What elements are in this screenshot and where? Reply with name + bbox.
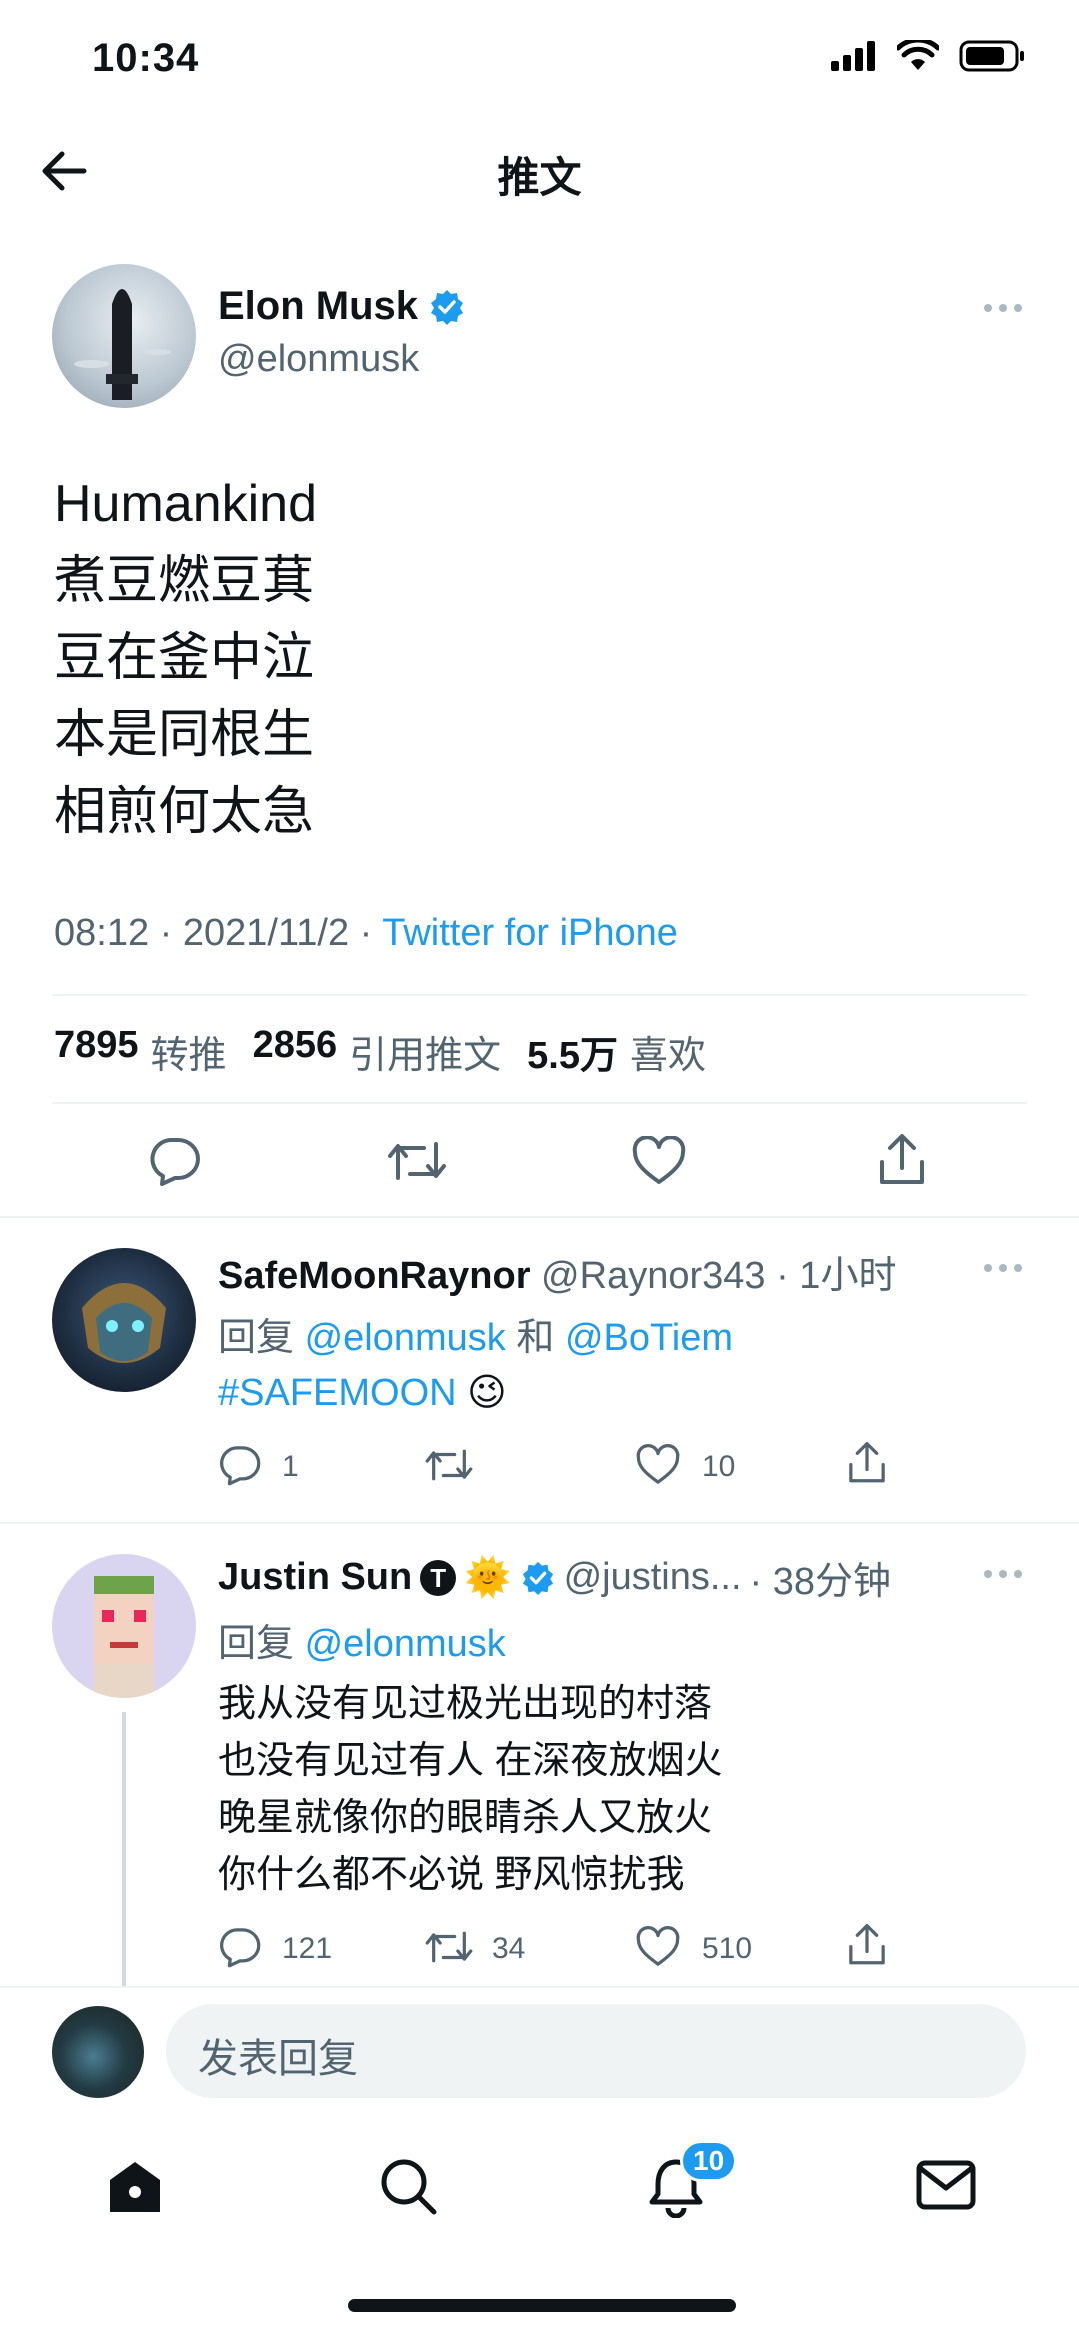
like-count: 510 bbox=[702, 1932, 753, 1965]
reply-header: Justin Sun T 🌞 @justins... · 38分钟 bbox=[218, 1550, 891, 1605]
home-indicator bbox=[348, 2299, 736, 2312]
header: 推文 bbox=[0, 130, 1079, 212]
verified-icon bbox=[431, 290, 463, 325]
meta-separator: · bbox=[359, 912, 373, 954]
reply-icon[interactable] bbox=[218, 1926, 262, 1968]
like-count[interactable]: 5.5万 bbox=[527, 1024, 618, 1079]
share-icon[interactable] bbox=[876, 1132, 928, 1188]
reply-to-line: 回复 @elonmusk bbox=[218, 1612, 506, 1667]
mail-icon[interactable] bbox=[916, 2160, 976, 2210]
reply-time: · 38分钟 bbox=[749, 1561, 892, 1603]
reply-avatar[interactable] bbox=[52, 1248, 196, 1392]
retweet-icon[interactable] bbox=[424, 1928, 474, 1966]
page-title: 推文 bbox=[497, 154, 582, 201]
tweet-meta: 08:12 · 2021/11/2 · Twitter for iPhone bbox=[54, 912, 678, 955]
divider bbox=[0, 1986, 1079, 1988]
retweet-count[interactable]: 7895 bbox=[54, 1024, 139, 1079]
reply-avatar[interactable] bbox=[52, 1554, 196, 1698]
reply-input[interactable]: 发表回复 bbox=[166, 2004, 1026, 2098]
meta-separator: · bbox=[159, 912, 173, 954]
reply-text: 我从没有见过极光出现的村落 也没有见过有人 在深夜放烟火 晚星就像你的眼睛杀人又… bbox=[218, 1676, 723, 1904]
tweet-line: 豆在釜中泣 bbox=[54, 629, 315, 687]
reply-line: 也没有见过有人 在深夜放烟火 bbox=[218, 1740, 723, 1782]
search-icon[interactable] bbox=[378, 2156, 438, 2216]
t-badge-icon: T bbox=[420, 1559, 457, 1596]
my-avatar[interactable] bbox=[52, 2006, 144, 2098]
like-label[interactable]: 喜欢 bbox=[630, 1024, 706, 1079]
like-icon[interactable] bbox=[636, 1926, 680, 1968]
retweet-icon[interactable] bbox=[386, 1138, 448, 1184]
reply-handle[interactable]: @justins... bbox=[564, 1556, 742, 1599]
quote-label[interactable]: 引用推文 bbox=[349, 1024, 501, 1079]
like-count: 10 bbox=[702, 1450, 736, 1483]
tweet-text: Humankind 煮豆燃豆萁 豆在釜中泣 本是同根生 相煎何太急 bbox=[54, 466, 317, 851]
wink-emoji: 😉 bbox=[467, 1372, 507, 1414]
author-name[interactable]: Elon Musk bbox=[218, 284, 418, 329]
more-icon[interactable] bbox=[984, 304, 1022, 312]
reply-icon[interactable] bbox=[148, 1136, 202, 1186]
tweet-time: 08:12 bbox=[54, 912, 150, 954]
battery-icon bbox=[959, 40, 1024, 72]
quote-count[interactable]: 2856 bbox=[253, 1024, 338, 1079]
reply-mention[interactable]: @elonmusk bbox=[305, 1623, 506, 1665]
retweet-icon[interactable] bbox=[424, 1446, 474, 1484]
reply-mention[interactable]: @BoTiem bbox=[565, 1317, 733, 1359]
hashtag[interactable]: #SAFEMOON bbox=[218, 1372, 457, 1414]
reply-name[interactable]: SafeMoonRaynor bbox=[218, 1255, 530, 1297]
tweet-line: Humankind bbox=[54, 475, 318, 533]
reply-line: 我从没有见过极光出现的村落 bbox=[218, 1683, 713, 1725]
reply-name[interactable]: Justin Sun bbox=[218, 1556, 412, 1599]
tweet-source[interactable]: Twitter for iPhone bbox=[382, 912, 678, 954]
tweet-line: 本是同根生 bbox=[54, 706, 315, 764]
more-icon[interactable] bbox=[984, 1570, 1022, 1578]
notifications-badge: 10 bbox=[680, 2140, 738, 2182]
reply-mention[interactable]: @elonmusk bbox=[305, 1317, 506, 1359]
reply-and: 和 bbox=[516, 1317, 555, 1359]
divider bbox=[0, 1522, 1079, 1524]
tweet-stats: 7895 转推 2856 引用推文 5.5万 喜欢 bbox=[54, 1024, 732, 1079]
home-icon[interactable] bbox=[106, 2158, 164, 2216]
reply-time: · 1小时 bbox=[776, 1255, 897, 1297]
reply-header: SafeMoonRaynor @Raynor343 · 1小时 bbox=[218, 1244, 896, 1299]
divider bbox=[0, 1216, 1079, 1218]
author-avatar[interactable] bbox=[52, 264, 196, 408]
signal-icon bbox=[831, 41, 875, 71]
divider bbox=[52, 994, 1027, 996]
reply-text: #SAFEMOON 😉 bbox=[218, 1370, 507, 1415]
sun-emoji: 🌞 bbox=[464, 1556, 512, 1599]
reply-icon[interactable] bbox=[218, 1444, 262, 1486]
like-icon[interactable] bbox=[636, 1444, 680, 1486]
status-icons bbox=[831, 40, 1025, 72]
reply-count: 1 bbox=[282, 1450, 299, 1483]
retweet-label[interactable]: 转推 bbox=[151, 1024, 227, 1079]
verified-icon bbox=[522, 1561, 553, 1595]
more-icon[interactable] bbox=[984, 1264, 1022, 1272]
pixel-punk-image bbox=[94, 1576, 154, 1698]
share-icon[interactable] bbox=[846, 1922, 888, 1968]
reply-prefix: 回复 bbox=[218, 1317, 295, 1359]
retweet-count: 34 bbox=[492, 1932, 526, 1965]
author-handle[interactable]: @elonmusk bbox=[218, 338, 419, 381]
reply-prefix: 回复 bbox=[218, 1623, 295, 1665]
thread-line bbox=[122, 1712, 126, 1988]
tab-bar: 10 bbox=[0, 2130, 1079, 2270]
wifi-icon bbox=[897, 40, 939, 70]
tweet-line: 煮豆燃豆萁 bbox=[54, 552, 315, 610]
like-icon[interactable] bbox=[632, 1136, 686, 1186]
tweet-date: 2021/11/2 bbox=[182, 912, 350, 954]
divider bbox=[52, 1102, 1027, 1104]
reply-count: 121 bbox=[282, 1932, 333, 1965]
reply-line: 晚星就像你的眼睛杀人又放火 bbox=[218, 1797, 713, 1839]
starship-image bbox=[74, 289, 171, 400]
reply-placeholder: 发表回复 bbox=[198, 2037, 358, 2081]
share-icon[interactable] bbox=[846, 1440, 888, 1486]
status-time: 10:34 bbox=[92, 36, 200, 80]
reply-to-line: 回复 @elonmusk 和 @BoTiem bbox=[218, 1306, 733, 1361]
helmet-image bbox=[82, 1283, 166, 1363]
tweet-line: 相煎何太急 bbox=[54, 783, 315, 841]
reply-line: 你什么都不必说 野风惊扰我 bbox=[218, 1854, 685, 1896]
reply-handle[interactable]: @Raynor343 bbox=[541, 1255, 765, 1297]
